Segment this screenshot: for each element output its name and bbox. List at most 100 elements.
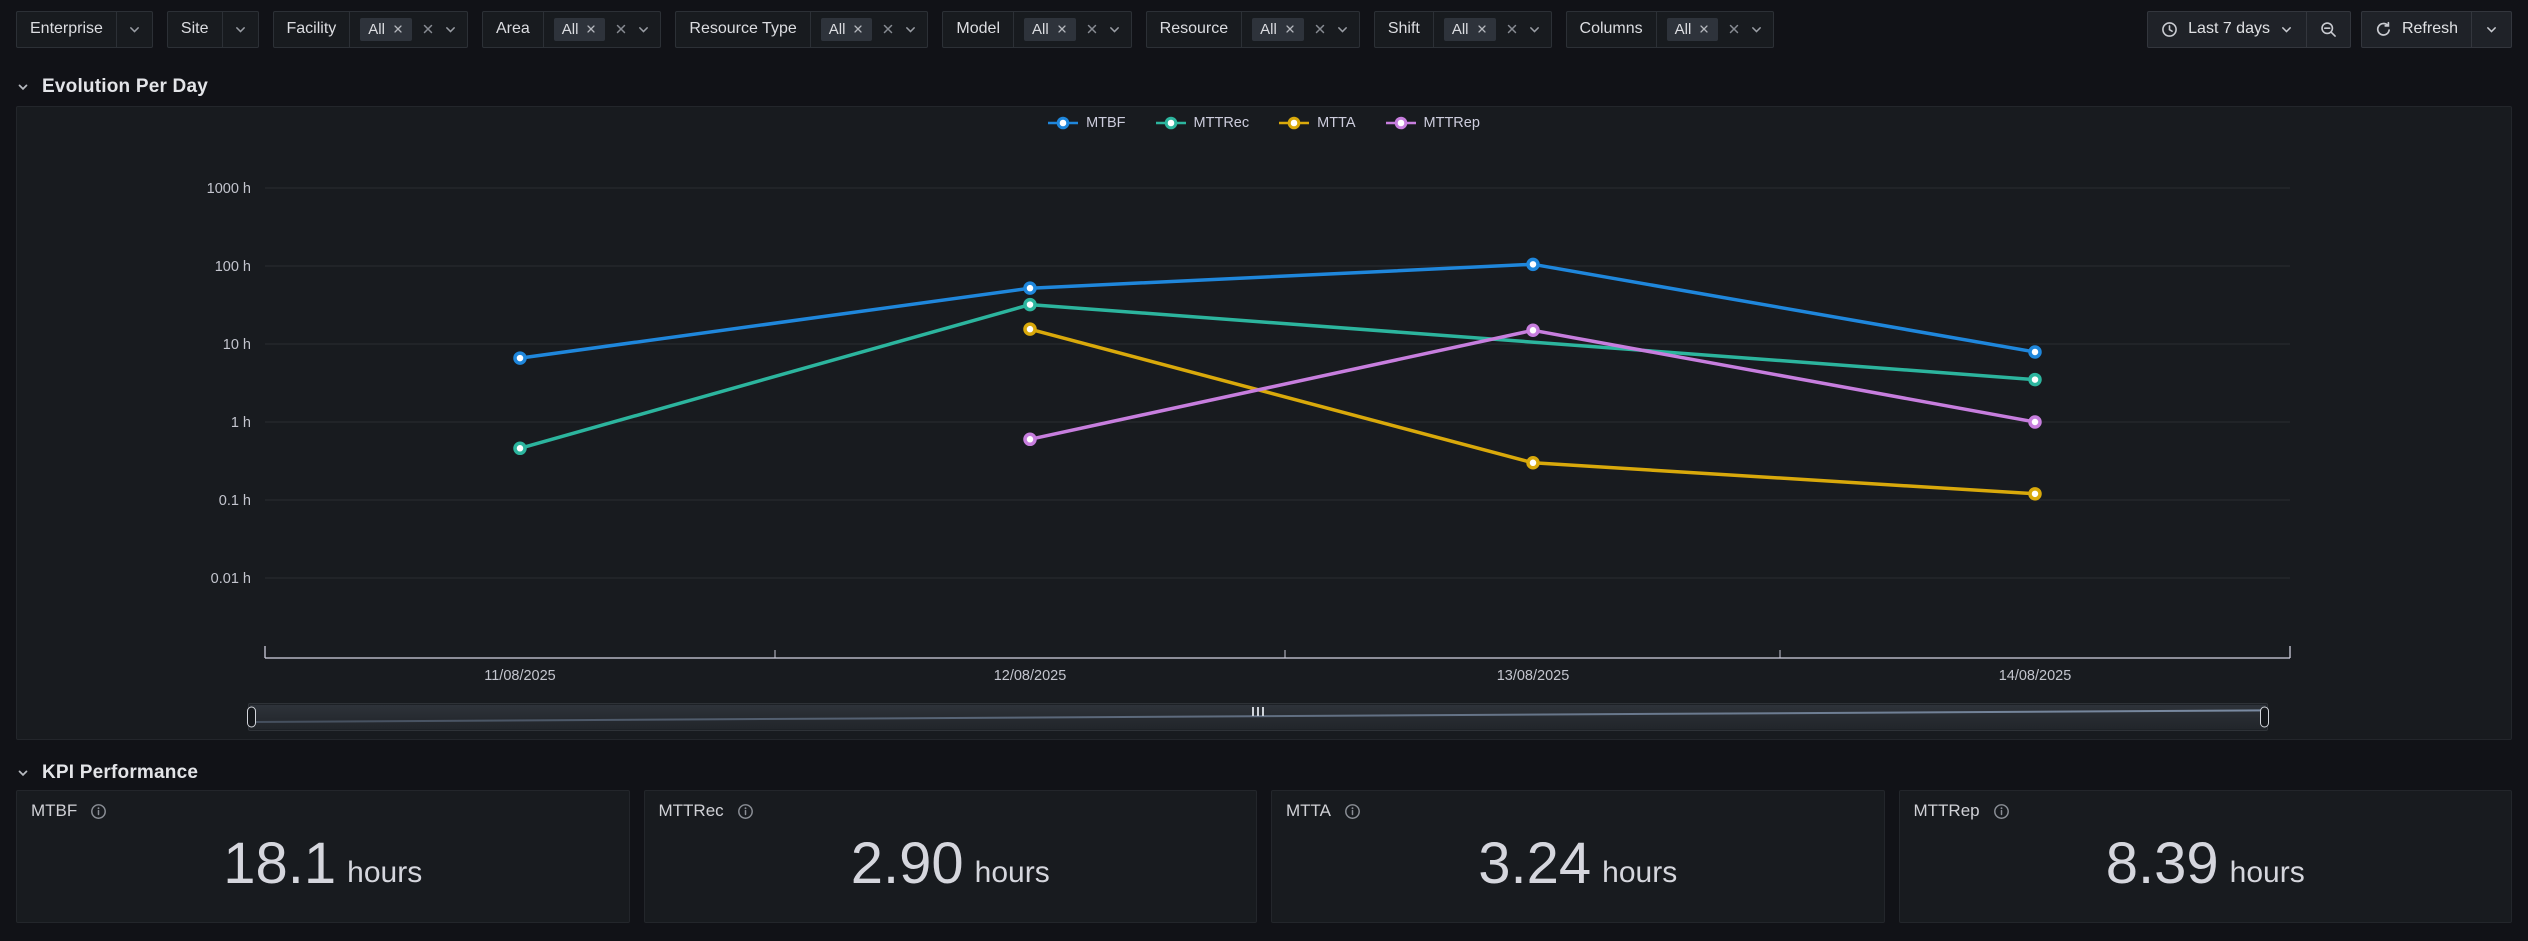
filter-site[interactable]: Site <box>166 10 259 48</box>
filter-columns[interactable]: Columns All <box>1565 10 1775 48</box>
kpi-number: 2.90 <box>850 830 964 896</box>
refresh-icon <box>2375 21 2392 38</box>
kpi-value: 8.39 hours <box>1914 815 2498 912</box>
kpi-number: 8.39 <box>2105 830 2219 896</box>
selected-value-chip[interactable]: All <box>1666 17 1719 41</box>
section-header-kpi: KPI Performance <box>16 760 198 786</box>
legend-item-mttrec[interactable]: MTTRec <box>1155 115 1250 131</box>
chip-label: All <box>1674 20 1692 38</box>
svg-text:1000 h: 1000 h <box>207 181 251 197</box>
svg-text:13/08/2025: 13/08/2025 <box>1497 668 1570 684</box>
filter-value-area: All <box>1432 11 1551 47</box>
legend-marker-icon <box>1155 116 1186 130</box>
scrollbar-handle-right[interactable] <box>2260 706 2269 728</box>
filter-shift[interactable]: Shift All <box>1373 10 1552 48</box>
legend-label: MTTA <box>1317 115 1356 131</box>
filter-facility[interactable]: Facility All <box>272 10 468 48</box>
time-picker-button[interactable]: Last 7 days <box>2148 12 2306 47</box>
chip-label: All <box>561 20 579 38</box>
refresh-interval-dropdown[interactable] <box>2471 11 2511 47</box>
collapse-chevron-icon[interactable] <box>16 80 30 94</box>
filter-label: Columns <box>1579 20 1643 37</box>
chip-remove-icon[interactable] <box>1476 23 1488 35</box>
filter-dropdown-toggle[interactable] <box>115 11 152 47</box>
legend-marker-icon <box>1048 116 1079 130</box>
chip-remove-icon[interactable] <box>1056 23 1068 35</box>
section-title-kpi: KPI Performance <box>42 762 199 783</box>
svg-text:11/08/2025: 11/08/2025 <box>484 668 556 684</box>
clear-all-icon[interactable] <box>1505 22 1519 36</box>
collapse-chevron-icon[interactable] <box>16 766 30 780</box>
filter-label: Shift <box>1387 20 1420 37</box>
selected-value-chip[interactable]: All <box>1252 17 1304 41</box>
chevron-down-icon <box>2280 23 2293 36</box>
chevron-down-icon[interactable] <box>637 23 650 36</box>
time-range-group: Last 7 days <box>2147 10 2351 48</box>
filter-label: Area <box>495 20 530 37</box>
chip-remove-icon[interactable] <box>392 23 404 35</box>
chevron-down-icon[interactable] <box>444 23 457 36</box>
selected-value-chip[interactable]: All <box>1024 17 1076 41</box>
scrollbar-grip-icon[interactable] <box>1252 707 1264 716</box>
kpi-card-mtta: MTTA 3.24 hours <box>1271 790 1885 923</box>
chevron-down-icon[interactable] <box>1750 23 1763 36</box>
chevron-down-icon <box>234 23 247 36</box>
chip-label: All <box>828 20 846 38</box>
selected-value-chip[interactable]: All <box>820 17 873 41</box>
clear-all-icon[interactable] <box>1313 22 1327 36</box>
section-title-evolution: Evolution Per Day <box>42 76 208 97</box>
legend-item-mtbf[interactable]: MTBF <box>1048 115 1126 131</box>
kpi-unit: hours <box>1602 855 1678 889</box>
selected-value-chip[interactable]: All <box>553 17 606 41</box>
legend-marker-icon <box>1385 116 1416 130</box>
chip-label: All <box>1451 20 1469 38</box>
legend-item-mttrep[interactable]: MTTRep <box>1385 115 1480 131</box>
filter-label: Enterprise <box>30 20 103 37</box>
chart-legend: MTBF MTTRec MTTA MTTRep <box>17 115 2511 131</box>
scrollbar-handle-left[interactable] <box>247 706 256 728</box>
clear-all-icon[interactable] <box>1727 22 1741 36</box>
chip-label: All <box>1032 20 1049 38</box>
dashboard: Enterprise Site Facility All Area All Resource… <box>0 0 2528 941</box>
clear-all-icon[interactable] <box>421 22 435 36</box>
chip-remove-icon[interactable] <box>585 23 597 35</box>
kpi-value: 18.1 hours <box>31 815 615 912</box>
filter-resource-type[interactable]: Resource Type All <box>675 10 929 48</box>
filter-enterprise[interactable]: Enterprise <box>16 10 153 48</box>
svg-text:0.1 h: 0.1 h <box>219 493 251 509</box>
chip-remove-icon[interactable] <box>1698 23 1710 35</box>
chevron-down-icon[interactable] <box>1108 23 1121 36</box>
clear-all-icon[interactable] <box>614 22 628 36</box>
kpi-number: 18.1 <box>223 830 337 896</box>
filter-value-area: All <box>1241 11 1359 47</box>
chip-remove-icon[interactable] <box>852 23 864 35</box>
time-controls: Last 7 days Refresh <box>2147 10 2512 48</box>
selected-value-chip[interactable]: All <box>1443 17 1496 41</box>
selected-value-chip[interactable]: All <box>360 17 412 41</box>
legend-item-mtta[interactable]: MTTA <box>1279 115 1356 131</box>
filter-label: Site <box>180 20 209 37</box>
chevron-down-icon <box>2485 23 2498 36</box>
clear-all-icon[interactable] <box>881 22 895 36</box>
chart-scrollbar[interactable] <box>247 703 2269 731</box>
svg-text:14/08/2025: 14/08/2025 <box>1999 668 2072 684</box>
filter-dropdown-toggle[interactable] <box>221 11 258 47</box>
svg-text:12/08/2025: 12/08/2025 <box>994 668 1067 684</box>
section-header-evolution: Evolution Per Day <box>16 74 208 100</box>
kpi-value: 3.24 hours <box>1286 815 1870 912</box>
filter-resource[interactable]: Resource All <box>1145 10 1360 48</box>
chevron-down-icon[interactable] <box>904 23 917 36</box>
filter-value-area: All <box>1013 11 1131 47</box>
chip-remove-icon[interactable] <box>1284 23 1296 35</box>
zoom-out-button[interactable] <box>2305 11 2350 47</box>
legend-marker-icon <box>1279 116 1310 130</box>
clear-all-icon[interactable] <box>1085 22 1099 36</box>
chevron-down-icon[interactable] <box>1336 23 1349 36</box>
svg-text:1 h: 1 h <box>231 415 251 431</box>
filter-area[interactable]: Area All <box>481 10 662 48</box>
chevron-down-icon[interactable] <box>1528 23 1541 36</box>
filter-model[interactable]: Model All <box>942 10 1132 48</box>
kpi-card-mttrep: MTTRep 8.39 hours <box>1898 790 2512 923</box>
legend-label: MTTRec <box>1193 115 1250 131</box>
refresh-button[interactable]: Refresh <box>2362 12 2471 47</box>
